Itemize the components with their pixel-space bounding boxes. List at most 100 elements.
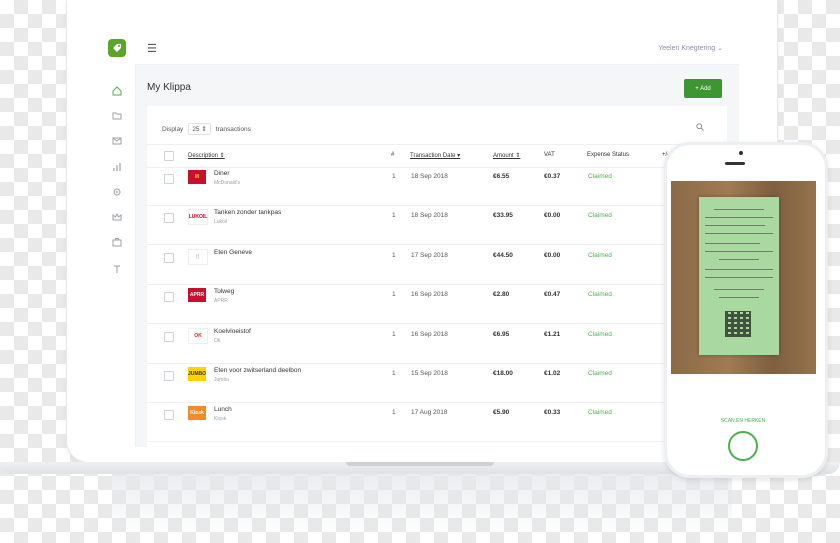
row-vat: €1.02 — [544, 370, 561, 377]
row-vat: €0.00 — [544, 212, 561, 220]
scan-label: SCAN EN HERKEN — [720, 418, 766, 424]
page-size-select[interactable]: 25 ⇕ — [188, 123, 211, 135]
search-icon[interactable] — [696, 123, 704, 133]
row-description[interactable]: Eten voor zwitserland deelbon — [214, 367, 301, 374]
row-description[interactable]: Diner — [214, 170, 230, 177]
row-count: 1 — [392, 212, 396, 220]
row-date: 17 Sep 2018 — [411, 251, 448, 259]
col-vat: VAT — [544, 152, 555, 158]
row-status: Claimed — [588, 212, 612, 220]
display-label: Display — [162, 125, 184, 133]
table-row[interactable]: Kiosk Lunch Kiosk 1 17 Aug 2018 €5.90 €0… — [147, 402, 727, 443]
row-description[interactable]: Koelvloeistof — [214, 328, 251, 335]
add-button[interactable]: + Add — [684, 79, 722, 98]
crown-icon[interactable] — [111, 211, 123, 223]
merchant-logo-icon: M — [188, 170, 206, 184]
menu-icon[interactable]: ☰ — [147, 42, 157, 55]
row-count: 1 — [392, 409, 396, 417]
row-merchant: Ok — [214, 337, 221, 344]
row-status: Claimed — [588, 173, 612, 180]
table-row[interactable]: LUKOIL Tanken zonder tankpas Lukoil 1 18… — [147, 205, 727, 246]
briefcase-icon[interactable] — [111, 236, 123, 248]
row-date: 18 Sep 2018 — [411, 173, 448, 180]
row-status: Claimed — [588, 370, 612, 377]
row-date: 16 Sep 2018 — [411, 330, 448, 338]
col-date[interactable]: Transaction Date ▾ — [410, 152, 460, 159]
table-header: Description ⇕ # Transaction Date ▾ Amoun… — [147, 144, 727, 168]
shutter-button[interactable] — [728, 431, 758, 461]
row-amount: €2.80 — [493, 291, 510, 299]
row-status: Claimed — [588, 291, 612, 299]
camera-preview — [671, 181, 816, 374]
table-row[interactable]: 🍴 Eten Geneve 1 17 Sep 2018 €44.50 €0.00… — [147, 245, 727, 285]
row-merchant: Jumbo — [214, 377, 230, 383]
merchant-logo-icon: LUKOIL — [188, 209, 208, 226]
top-bar: ☰ Yeelen Knegtering ⌄ — [135, 30, 739, 65]
row-checkbox[interactable] — [164, 292, 174, 303]
row-count: 1 — [392, 173, 396, 180]
row-amount: €33.95 — [493, 212, 513, 220]
row-merchant: APRR — [214, 298, 228, 305]
merchant-logo-icon: Kiosk — [188, 406, 206, 421]
klippa-logo-icon[interactable] — [108, 39, 126, 57]
row-count: 1 — [392, 370, 396, 377]
row-date: 16 Sep 2018 — [411, 291, 448, 299]
display-controls: Display 25 ⇕ transactions — [162, 123, 251, 135]
row-status: Claimed — [588, 330, 612, 338]
row-description[interactable]: Tolweg — [214, 288, 234, 295]
receipt-image — [699, 197, 779, 355]
row-count: 1 — [392, 291, 396, 299]
phone-speaker — [725, 162, 745, 165]
merchant-logo-icon: OK — [188, 327, 208, 344]
row-merchant: Lukoil — [214, 219, 228, 226]
col-count: # — [391, 152, 395, 158]
merchant-logo-icon: JUMBO — [188, 367, 206, 381]
row-count: 1 — [392, 251, 396, 259]
row-status: Claimed — [588, 409, 612, 417]
row-amount: €6.95 — [493, 330, 510, 338]
laptop-notch — [346, 462, 494, 466]
row-checkbox[interactable] — [164, 410, 174, 421]
row-description[interactable]: Eten Geneve — [214, 249, 252, 256]
row-checkbox[interactable] — [164, 252, 174, 263]
row-checkbox[interactable] — [164, 174, 174, 184]
row-checkbox[interactable] — [164, 371, 174, 381]
qr-code — [725, 311, 751, 337]
folder-icon[interactable] — [111, 110, 123, 122]
row-date: 17 Aug 2018 — [411, 409, 448, 417]
text-icon[interactable] — [111, 263, 123, 275]
row-vat: €0.00 — [544, 251, 561, 259]
table-row[interactable]: OK Koelvloeistof Ok 1 16 Sep 2018 €6.95 … — [147, 324, 727, 364]
row-date: 18 Sep 2018 — [411, 212, 448, 220]
row-checkbox[interactable] — [164, 331, 174, 342]
col-description[interactable]: Description ⇕ — [188, 152, 225, 159]
transactions-card: Display 25 ⇕ transactions Description ⇕ … — [147, 106, 727, 447]
merchant-logo-icon: 🍴 — [188, 248, 208, 265]
gear-icon[interactable] — [111, 186, 123, 198]
mail-icon[interactable] — [111, 135, 123, 147]
select-all-checkbox[interactable] — [164, 151, 174, 161]
laptop-reflection — [112, 474, 732, 536]
col-amount[interactable]: Amount ⇕ — [493, 152, 520, 159]
row-merchant: Kiosk — [214, 416, 227, 423]
table-row[interactable]: M Diner McDonald's 1 18 Sep 2018 €6.55 €… — [147, 166, 727, 206]
col-status: Expense Status — [587, 152, 630, 158]
row-vat: €1.21 — [544, 330, 561, 338]
user-menu[interactable]: Yeelen Knegtering ⌄ — [658, 44, 723, 52]
chart-icon[interactable] — [111, 161, 123, 173]
row-amount: €18.00 — [493, 370, 513, 377]
row-vat: €0.37 — [544, 173, 561, 180]
page-title: My Klippa — [147, 82, 191, 93]
merchant-logo-icon: APRR — [188, 288, 206, 303]
row-description[interactable]: Lunch — [214, 406, 232, 413]
row-count: 1 — [392, 330, 396, 338]
table-row[interactable]: JUMBO Eten voor zwitserland deelbon Jumb… — [147, 363, 727, 403]
table-row[interactable]: APRR Tolweg APRR 1 16 Sep 2018 €2.80 €0.… — [147, 284, 727, 325]
row-checkbox[interactable] — [164, 213, 174, 224]
camera-dot — [739, 151, 743, 155]
row-status: Claimed — [588, 251, 612, 259]
home-icon[interactable] — [111, 85, 123, 97]
sidebar — [107, 30, 136, 447]
row-merchant: McDonald's — [214, 180, 240, 186]
row-description[interactable]: Tanken zonder tankpas — [214, 209, 281, 216]
